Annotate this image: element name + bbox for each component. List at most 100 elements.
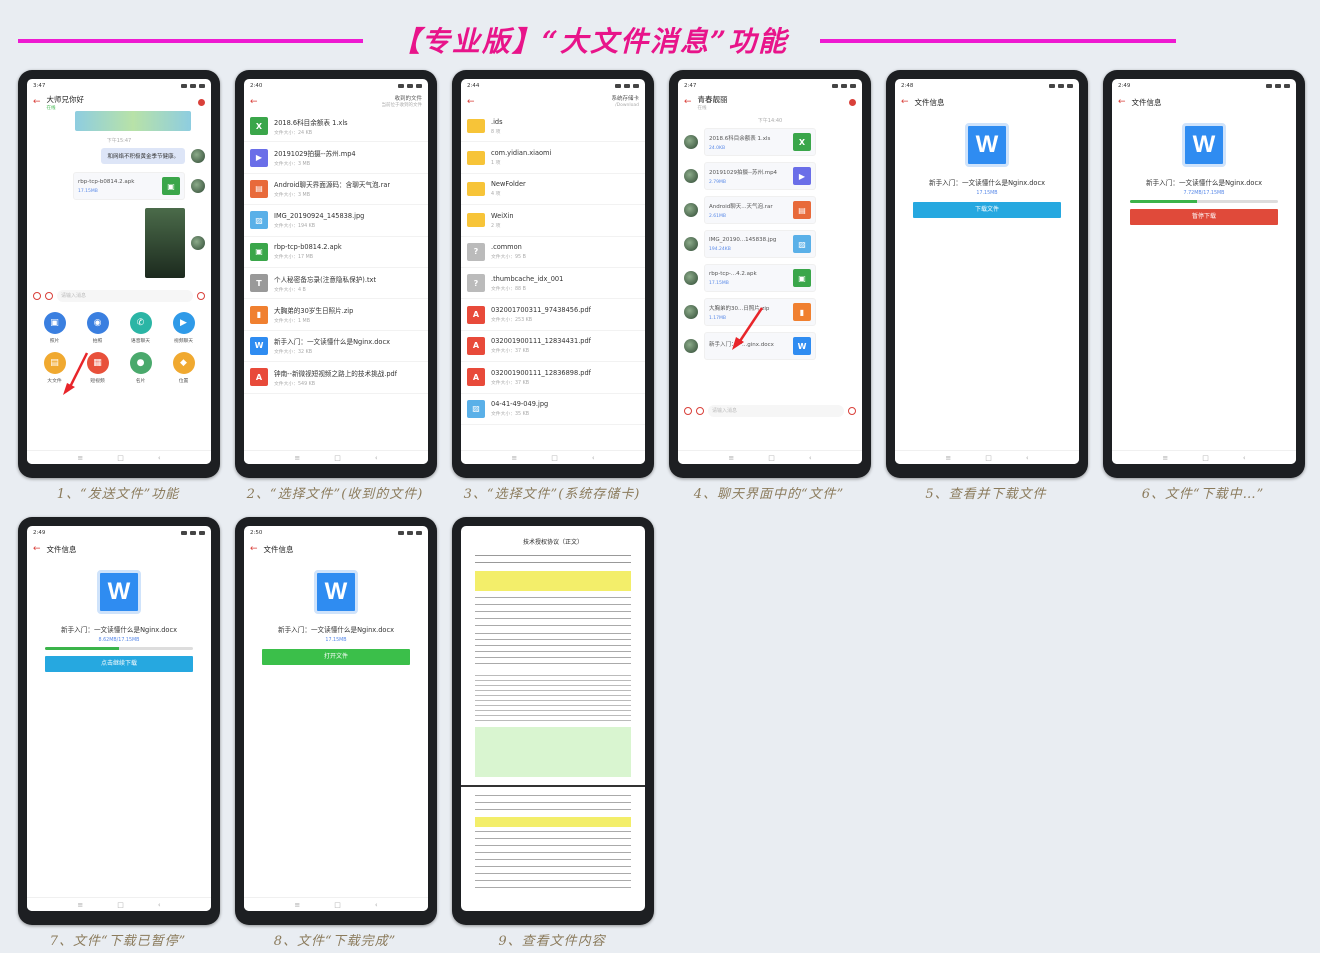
back-nav-icon[interactable]: ‹ xyxy=(592,454,595,462)
action-photo[interactable]: ▣ 照片 xyxy=(33,312,76,344)
home-nav-icon[interactable]: □ xyxy=(1202,454,1209,462)
voice-icon[interactable] xyxy=(684,407,692,415)
file-name: NewFolder xyxy=(491,180,526,189)
photo-message[interactable] xyxy=(145,208,185,278)
avatar[interactable] xyxy=(684,169,698,183)
file-row[interactable]: W 新手入门：一文读懂什么是Nginx.docx 文件大小：32 KB xyxy=(244,331,428,363)
menu-nav-icon[interactable]: ≡ xyxy=(294,454,300,462)
file-row[interactable]: A 032001700311_97438456.pdf 文件大小：253 KB xyxy=(461,299,645,331)
camera-icon: ◉ xyxy=(86,312,109,334)
download-button[interactable]: 打开文件 xyxy=(262,649,410,665)
back-nav-icon[interactable]: ‹ xyxy=(1026,454,1029,462)
back-icon[interactable]: ← xyxy=(33,544,41,554)
file-name: Android聊天...天气泡.rar xyxy=(709,203,773,210)
file-message[interactable]: IMG_20190...145838.jpg 194.24KB ▨ xyxy=(704,230,816,258)
action-camera[interactable]: ◉ 拍照 xyxy=(76,312,119,344)
download-button[interactable]: 点击继续下载 xyxy=(45,656,193,672)
file-row[interactable]: A 钟南--新微视短视频之路上的技术挑战.pdf 文件大小：549 KB xyxy=(244,362,428,394)
home-nav-icon[interactable]: □ xyxy=(985,454,992,462)
download-progress xyxy=(45,647,193,650)
plus-icon[interactable] xyxy=(848,407,856,415)
back-icon[interactable]: ← xyxy=(901,97,909,107)
home-nav-icon[interactable]: □ xyxy=(117,901,124,909)
folder-row[interactable]: com.yidian.xiaomi 1 项 xyxy=(461,142,645,174)
avatar[interactable] xyxy=(684,135,698,149)
file-row[interactable]: T 个人秘密备忘录(注意隐私保护).txt 文件大小：4 B xyxy=(244,268,428,300)
document-viewer: 技术授权协议（正文） xyxy=(461,526,645,911)
file-row[interactable]: A 032001900111_12834431.pdf 文件大小：37 KB xyxy=(461,331,645,363)
folder-row[interactable]: WeiXin 2 项 xyxy=(461,205,645,237)
back-nav-icon[interactable]: ‹ xyxy=(375,454,378,462)
file-message[interactable]: rbp-tcp-b0814.2.apk 17.15MB ▣ xyxy=(73,172,185,200)
file-message[interactable]: Android聊天...天气泡.rar 2.61MB ▤ xyxy=(704,196,816,224)
avatar[interactable] xyxy=(191,179,205,193)
emoji-icon[interactable] xyxy=(696,407,704,415)
file-size: 文件大小：253 KB xyxy=(491,318,533,324)
folder-row[interactable]: .ids 8 项 xyxy=(461,111,645,143)
download-button[interactable]: 暂停下载 xyxy=(1130,209,1278,225)
home-nav-icon[interactable]: □ xyxy=(334,901,341,909)
back-icon[interactable]: ← xyxy=(250,544,258,554)
avatar[interactable] xyxy=(684,305,698,319)
avatar[interactable] xyxy=(684,271,698,285)
download-button[interactable]: 下载文件 xyxy=(913,202,1061,218)
user-icon[interactable] xyxy=(849,98,856,106)
back-nav-icon[interactable]: ‹ xyxy=(158,454,161,462)
file-row[interactable]: ▨ IMG_20190924_145838.jpg 文件大小：194 KB xyxy=(244,205,428,237)
back-nav-icon[interactable]: ‹ xyxy=(809,454,812,462)
user-icon[interactable] xyxy=(198,98,205,106)
message-input[interactable]: 请输入消息 xyxy=(57,290,193,302)
file-row[interactable]: ▨ 04-41-49-049.jpg 文件大小：35 KB xyxy=(461,394,645,425)
menu-nav-icon[interactable]: ≡ xyxy=(511,454,517,462)
menu-nav-icon[interactable]: ≡ xyxy=(1162,454,1168,462)
avatar[interactable] xyxy=(684,237,698,251)
plus-icon[interactable] xyxy=(197,292,205,300)
file-row[interactable]: X 2018.6科目余额表 1.xls 文件大小：24 KB xyxy=(244,111,428,143)
file-row[interactable]: ▶ 20191029拍摄--苏州.mp4 文件大小：3 MB xyxy=(244,142,428,174)
file-row[interactable]: ▮ 大胸弟的30岁生日照片.zip 文件大小：1 MB xyxy=(244,299,428,331)
file-row[interactable]: ▤ Android聊天界面源码：含聊天气泡.rar 文件大小：3 MB xyxy=(244,174,428,206)
back-nav-icon[interactable]: ‹ xyxy=(158,901,161,909)
menu-nav-icon[interactable]: ≡ xyxy=(77,454,83,462)
avatar[interactable] xyxy=(191,236,205,250)
attach-menu: ▣ 照片 ◉ 拍照 ✆ 语音聊天 ▶ 视频聊天 ▤ 大文件 ▦ 短视频 ● 名片 ◆ 位置 xyxy=(27,304,211,384)
file-row[interactable]: A 032001900111_12836898.pdf 文件大小：37 KB xyxy=(461,362,645,394)
map-thumbnail[interactable] xyxy=(75,111,191,131)
menu-nav-icon[interactable]: ≡ xyxy=(77,901,83,909)
file-message[interactable]: 2018.6科目余额表 1.xls 24.0KB X xyxy=(704,128,816,156)
back-nav-icon[interactable]: ‹ xyxy=(375,901,378,909)
folder-row[interactable]: NewFolder 4 项 xyxy=(461,174,645,206)
word-doc-icon: W xyxy=(965,123,1009,167)
menu-nav-icon[interactable]: ≡ xyxy=(945,454,951,462)
file-row[interactable]: ? .thumbcache_idx_001 文件大小：88 B xyxy=(461,268,645,300)
back-icon[interactable]: ← xyxy=(467,97,475,107)
action-voice-call[interactable]: ✆ 语音聊天 xyxy=(119,312,162,344)
picker-title[interactable]: 系统存储卡 xyxy=(611,96,639,103)
file-row[interactable]: ▣ rbp-tcp-b0814.2.apk 文件大小：17 MB xyxy=(244,237,428,268)
menu-nav-icon[interactable]: ≡ xyxy=(728,454,734,462)
file-message[interactable]: 20191029拍摄--苏州.mp4 2.79MB ▶ xyxy=(704,162,816,190)
avatar[interactable] xyxy=(684,339,698,353)
action-location[interactable]: ◆ 位置 xyxy=(162,352,205,384)
picker-title[interactable]: 收到的文件 xyxy=(382,96,422,103)
file-row[interactable]: ? .common 文件大小：95 B xyxy=(461,237,645,268)
voice-icon[interactable] xyxy=(33,292,41,300)
home-nav-icon[interactable]: □ xyxy=(334,454,341,462)
back-icon[interactable]: ← xyxy=(1118,97,1126,107)
action-video-call[interactable]: ▶ 视频聊天 xyxy=(162,312,205,344)
home-nav-icon[interactable]: □ xyxy=(117,454,124,462)
back-nav-icon[interactable]: ‹ xyxy=(1243,454,1246,462)
text-message[interactable]: 和网络不积极黄金季节健康。 xyxy=(101,148,185,164)
menu-nav-icon[interactable]: ≡ xyxy=(294,901,300,909)
avatar[interactable] xyxy=(191,149,205,163)
back-icon[interactable]: ← xyxy=(250,97,258,107)
back-icon[interactable]: ← xyxy=(684,97,692,107)
file-message[interactable]: rbp-tcp-...4.2.apk 17.15MB ▣ xyxy=(704,264,816,292)
avatar[interactable] xyxy=(684,203,698,217)
action-card[interactable]: ● 名片 xyxy=(119,352,162,384)
emoji-icon[interactable] xyxy=(45,292,53,300)
message-input[interactable]: 请输入消息 xyxy=(708,405,844,417)
home-nav-icon[interactable]: □ xyxy=(768,454,775,462)
back-icon[interactable]: ← xyxy=(33,97,41,107)
home-nav-icon[interactable]: □ xyxy=(551,454,558,462)
